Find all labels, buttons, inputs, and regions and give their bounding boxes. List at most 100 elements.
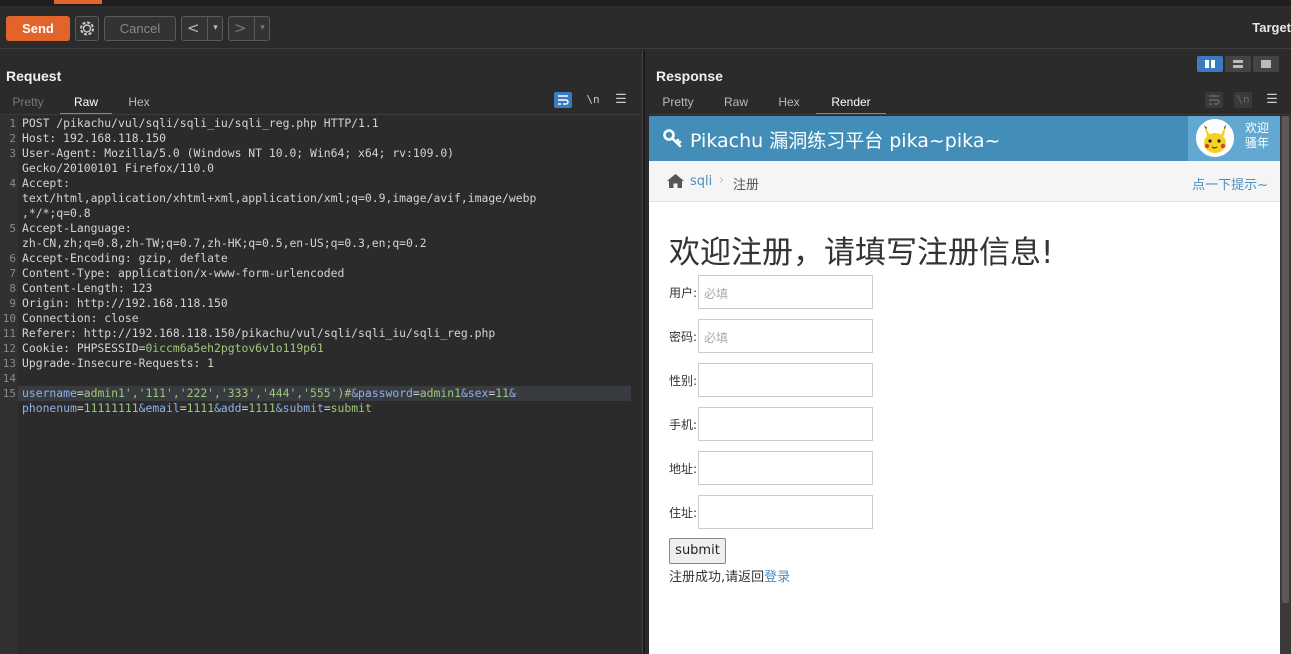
sex-input[interactable] xyxy=(698,363,873,397)
gear-icon xyxy=(80,21,94,36)
forward-history-dropdown[interactable]: ▾ xyxy=(254,17,270,40)
wrap-lines-button-disabled[interactable] xyxy=(1205,92,1223,108)
line-text: Referer: http://192.168.118.150/pikachu/… xyxy=(22,326,496,340)
active-tab-marker xyxy=(54,0,102,4)
param-value: 1111 xyxy=(186,401,215,415)
residence-input[interactable] xyxy=(698,495,873,529)
body-params: phonenum=11111111&email=1111&add=1111&su… xyxy=(22,401,372,415)
param-key: username xyxy=(22,386,77,400)
phone-input[interactable] xyxy=(698,407,873,441)
target-label[interactable]: Target xyxy=(1252,20,1291,35)
user-box[interactable]: 欢迎骚年 xyxy=(1188,116,1280,161)
param-key: &email xyxy=(138,401,180,415)
scrollbar-thumb[interactable] xyxy=(1282,116,1289,603)
send-button[interactable]: Send xyxy=(6,16,70,41)
response-scrollbar[interactable] xyxy=(1280,116,1291,654)
line-number: 8 xyxy=(9,282,16,295)
page-header: Pikachu 漏洞练习平台 pika~pika~ 欢迎骚年 xyxy=(649,116,1280,161)
cancel-button[interactable]: Cancel xyxy=(104,16,176,41)
line-text: Connection: close xyxy=(22,311,139,325)
tab-hex[interactable]: Hex xyxy=(120,93,158,115)
residence-label: 住址: xyxy=(669,506,698,520)
param-key: & xyxy=(508,386,516,400)
menu-icon[interactable]: ☰ xyxy=(612,92,630,108)
back-history-dropdown[interactable]: ▾ xyxy=(207,17,223,40)
layout-stacked-button[interactable] xyxy=(1225,56,1251,72)
line-number: 15 xyxy=(2,387,16,400)
param-value: admin1','111','222','333','444','555')# xyxy=(83,386,352,400)
phone-label: 手机: xyxy=(669,418,698,432)
param-key: &sex xyxy=(460,386,489,400)
line-text: Accept-Encoding: gzip, deflate xyxy=(22,251,228,265)
avatar xyxy=(1196,119,1234,157)
line-text: zh-CN,zh;q=0.8,zh-TW;q=0.7,zh-HK;q=0.5,e… xyxy=(22,236,427,250)
pikachu-avatar-icon xyxy=(1204,124,1226,153)
home-icon[interactable] xyxy=(667,174,684,188)
pane-divider[interactable] xyxy=(642,50,645,654)
newline-toggle-button-disabled[interactable]: \n xyxy=(1234,92,1252,108)
welcome-text: 欢迎骚年 xyxy=(1245,121,1270,150)
tab-hex[interactable]: Hex xyxy=(774,93,804,115)
address-input[interactable] xyxy=(698,451,873,485)
line-number: 7 xyxy=(9,267,16,280)
tab-pretty[interactable]: Pretty xyxy=(6,93,50,115)
param-key: &add xyxy=(214,401,242,415)
columns-icon xyxy=(1205,60,1215,68)
response-tabs: Pretty Raw Hex Render xyxy=(650,93,1280,115)
newline-toggle-button[interactable]: \n xyxy=(584,92,602,108)
cookie-key: Cookie: PHPSESSID= xyxy=(22,341,146,355)
line-text: Gecko/20100101 Firefox/110.0 xyxy=(22,161,215,175)
repeater-toolbar: Send Cancel < ▾ > ▾ Target xyxy=(0,6,1291,49)
rendered-page: Pikachu 漏洞练习平台 pika~pika~ 欢迎骚年 sqli › 注册… xyxy=(649,116,1280,654)
password-input[interactable]: 必填 xyxy=(698,319,873,353)
breadcrumb-current: 注册 xyxy=(733,178,760,193)
line-text: Content-Length: 123 xyxy=(22,281,153,295)
line-number: 6 xyxy=(9,252,16,265)
line-number: 10 xyxy=(2,312,16,325)
forward-button[interactable]: > ▾ xyxy=(228,16,270,41)
password-label: 密码: xyxy=(669,330,698,344)
tab-raw[interactable]: Raw xyxy=(720,93,752,115)
layout-tabbed-button[interactable] xyxy=(1253,56,1279,72)
layout-split-button[interactable] xyxy=(1197,56,1223,72)
param-key: &submit xyxy=(275,401,324,415)
breadcrumb-sqli-link[interactable]: sqli xyxy=(690,174,712,189)
breadcrumb-separator: › xyxy=(719,173,725,188)
username-input[interactable]: 必填 xyxy=(698,275,873,309)
tab-render[interactable]: Render xyxy=(816,93,886,115)
forward-arrow-icon: > xyxy=(234,19,247,37)
line-text: Cookie: PHPSESSID=0iccm6a5eh2pgtov6v1o11… xyxy=(22,341,324,356)
success-message: 注册成功,请返回登录 xyxy=(669,566,790,585)
param-value: 1111 xyxy=(248,401,276,415)
tab-layout-icon xyxy=(1261,60,1271,68)
param-value: 11 xyxy=(495,386,509,400)
line-text: POST /pikachu/vul/sqli/sqli_iu/sqli_reg.… xyxy=(22,116,379,130)
request-tabs: Pretty Raw Hex xyxy=(0,93,640,115)
key-icon xyxy=(663,129,682,148)
back-button[interactable]: < ▾ xyxy=(181,16,223,41)
tab-pretty[interactable]: Pretty xyxy=(656,93,700,115)
settings-button[interactable] xyxy=(75,16,99,41)
line-text: Upgrade-Insecure-Requests: 1 xyxy=(22,356,215,370)
hint-link[interactable]: 点一下提示~ xyxy=(1192,174,1268,193)
tab-raw[interactable]: Raw xyxy=(60,93,112,115)
back-arrow-icon: < xyxy=(187,19,200,37)
wrap-icon xyxy=(1209,95,1220,105)
submit-button[interactable]: submit xyxy=(669,538,726,564)
wrap-lines-button[interactable] xyxy=(554,92,572,108)
line-number: 3 xyxy=(9,147,16,160)
username-label: 用户: xyxy=(669,286,698,300)
line-text: text/html,application/xhtml+xml,applicat… xyxy=(22,191,537,205)
response-tabs-underline xyxy=(650,114,1291,115)
login-link[interactable]: 登录 xyxy=(764,570,790,585)
page-title: 欢迎注册，请填写注册信息! xyxy=(669,235,1054,271)
line-text: Host: 192.168.118.150 xyxy=(22,131,167,145)
site-title[interactable]: Pikachu 漏洞练习平台 pika~pika~ xyxy=(690,126,1000,153)
menu-icon[interactable]: ☰ xyxy=(1263,92,1281,108)
line-text: User-Agent: Mozilla/5.0 (Windows NT 10.0… xyxy=(22,146,455,160)
param-key: &password xyxy=(351,386,413,400)
line-number: 2 xyxy=(9,132,16,145)
request-editor[interactable]: 1 POST /pikachu/vul/sqli/sqli_iu/sqli_reg… xyxy=(0,116,640,654)
line-text: Origin: http://192.168.118.150 xyxy=(22,296,228,310)
wrap-icon xyxy=(558,95,569,105)
